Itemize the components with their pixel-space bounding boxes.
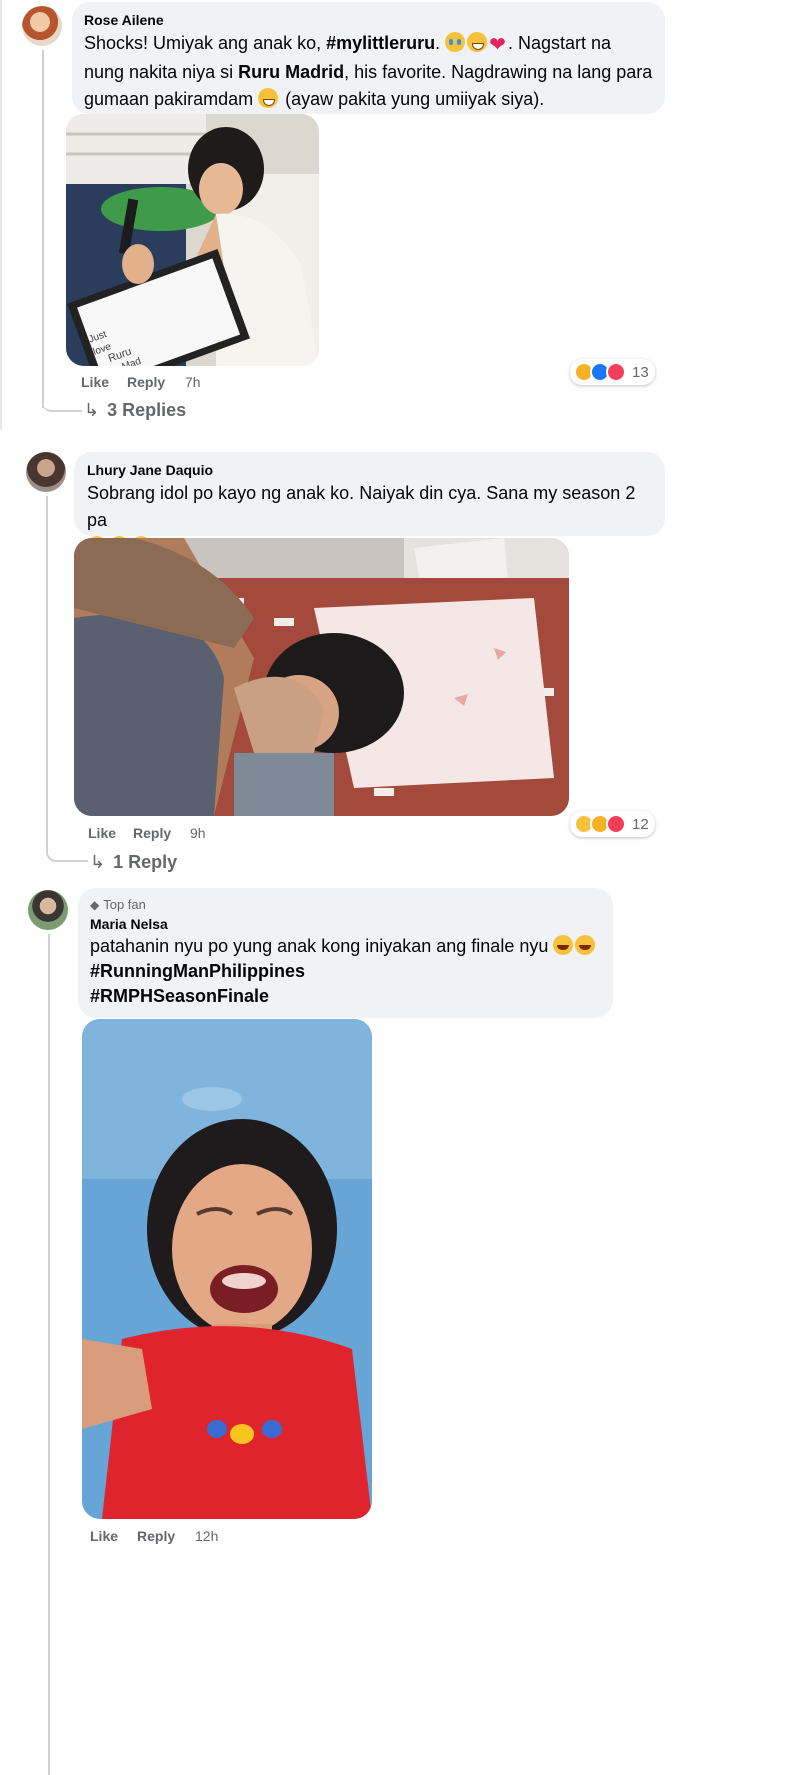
comment-bubble: ◆ Top fan Maria Nelsa patahanin nyu po y… xyxy=(78,888,613,1018)
divider xyxy=(0,0,2,430)
thread-connector xyxy=(42,392,82,412)
reply-arrow-icon: ↳ xyxy=(90,852,106,872)
reaction-count: 12 xyxy=(632,815,649,833)
comment-photo[interactable] xyxy=(74,538,569,816)
timestamp[interactable]: 12h xyxy=(195,1528,218,1544)
thread-line xyxy=(48,934,50,1775)
thread-connector xyxy=(46,842,88,862)
avatar[interactable] xyxy=(22,6,62,46)
reply-button[interactable]: Reply xyxy=(127,374,165,390)
hashtag-link[interactable]: #RMPHSeasonFinale xyxy=(90,986,269,1006)
comment-author[interactable]: Rose Ailene xyxy=(84,12,653,28)
crying-girl-photo xyxy=(82,1019,372,1519)
comment-text: Shocks! Umiyak ang anak ko, #mylittlerur… xyxy=(84,32,653,109)
like-button[interactable]: Like xyxy=(88,825,116,841)
thread-line xyxy=(46,496,48,842)
boy-drawing-photo: Just love Ruru Mad xyxy=(66,114,319,366)
comment-bubble: Rose Ailene Shocks! Umiyak ang anak ko, … xyxy=(72,2,665,114)
comment-photo[interactable]: Just love Ruru Mad xyxy=(66,114,319,366)
grinning-emoji-icon xyxy=(258,88,279,108)
reply-button[interactable]: Reply xyxy=(137,1528,175,1544)
comment-text: patahanin nyu po yung anak kong iniyakan… xyxy=(90,934,601,1009)
comment-author[interactable]: Lhury Jane Daquio xyxy=(87,462,652,478)
heart-emoji-icon: ❤ xyxy=(489,34,506,56)
mention-link[interactable]: Ruru Madrid xyxy=(238,62,344,82)
view-replies-button[interactable]: ↳ 1 Reply xyxy=(90,852,177,873)
replies-count: 3 Replies xyxy=(107,400,187,420)
comment-author[interactable]: Maria Nelsa xyxy=(90,916,601,932)
thread-line xyxy=(42,50,44,408)
comment-photo[interactable] xyxy=(82,1019,372,1519)
reaction-summary[interactable]: 12 xyxy=(570,811,655,837)
timestamp[interactable]: 7h xyxy=(185,374,201,390)
rofl-emoji-icon xyxy=(575,935,596,955)
reaction-summary[interactable]: 13 xyxy=(570,359,655,385)
top-fan-badge[interactable]: ◆ Top fan xyxy=(90,897,601,912)
comment-bubble: Lhury Jane Daquio Sobrang idol po kayo n… xyxy=(74,452,665,556)
rofl-emoji-icon xyxy=(553,935,574,955)
grinning-emoji-icon xyxy=(467,32,488,52)
crying-child-bed-photo xyxy=(74,538,569,816)
love-reaction-icon xyxy=(606,362,626,382)
hashtag-link[interactable]: #mylittleruru xyxy=(326,33,435,53)
diamond-icon: ◆ xyxy=(90,897,100,912)
replies-count: 1 Reply xyxy=(113,852,178,872)
avatar[interactable] xyxy=(28,890,68,930)
like-button[interactable]: Like xyxy=(81,374,109,390)
love-reaction-icon xyxy=(606,814,626,834)
view-replies-button[interactable]: ↳ 3 Replies xyxy=(84,400,186,421)
like-button[interactable]: Like xyxy=(90,1528,118,1544)
reply-button[interactable]: Reply xyxy=(133,825,171,841)
avatar[interactable] xyxy=(26,452,66,492)
timestamp[interactable]: 9h xyxy=(190,825,206,841)
reply-arrow-icon: ↳ xyxy=(84,400,100,420)
hashtag-link[interactable]: #RunningManPhilippines xyxy=(90,961,305,981)
reaction-count: 13 xyxy=(632,363,649,381)
crying-emoji-icon xyxy=(445,32,466,52)
